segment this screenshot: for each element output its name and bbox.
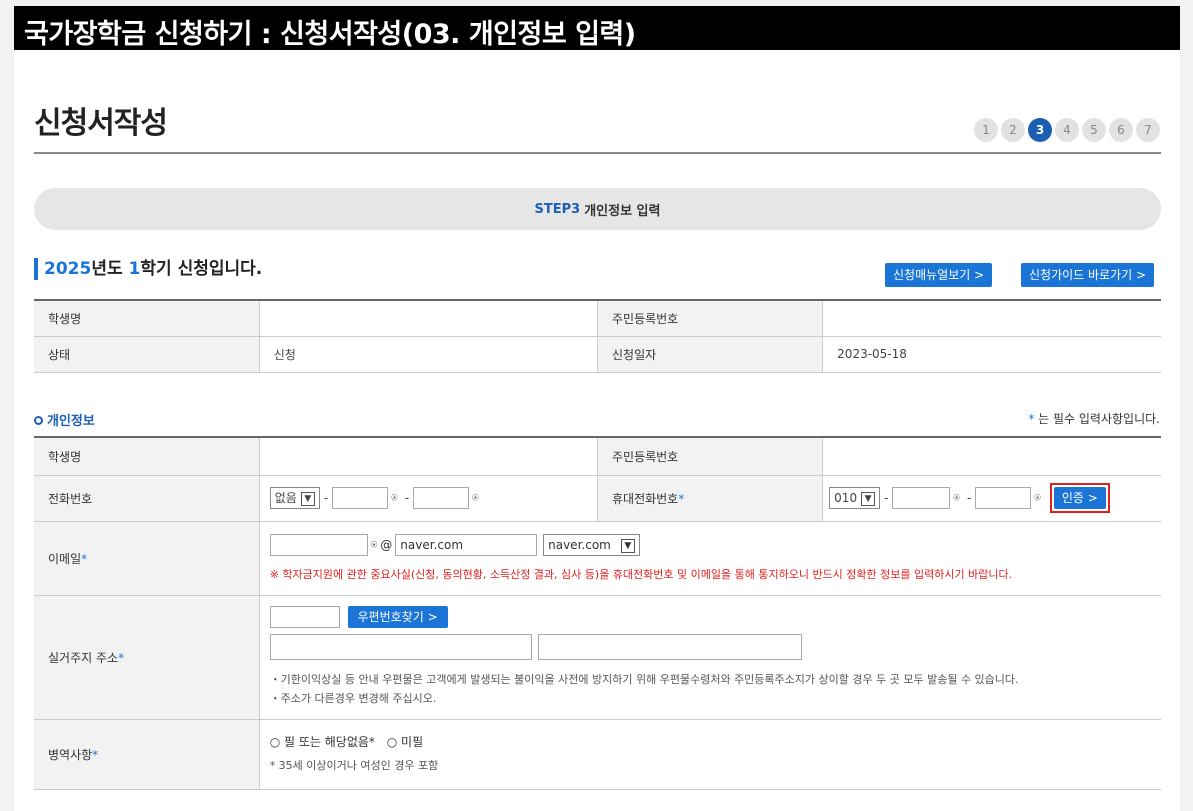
required-note: * 는 필수 입력사항입니다. (1028, 412, 1160, 426)
phone-cell: 없음 ▼ - ⍟ - ⍟ (259, 475, 598, 522)
mobile-prefix-select[interactable]: 010 ▼ (829, 487, 881, 509)
phone-middle-input[interactable] (332, 487, 389, 509)
chevron-down-icon: ▼ (300, 491, 315, 506)
page-title: 국가장학금 신청하기 : 신청서작성(03. 개인정보 입력) (14, 6, 1180, 50)
military-cell: ○ 필 또는 해당없음* ○ 미필 * 35세 이상이거나 여성인 경우 포함 (259, 719, 1161, 790)
resident-value (822, 437, 1161, 476)
email-label: 이메일* (34, 521, 260, 596)
phone-area-select[interactable]: 없음 ▼ (269, 487, 320, 509)
summary-name-label: 학생명 (34, 300, 260, 337)
semester-title: 2025년도 1학기 신청입니다. (34, 258, 262, 280)
semester-term: 1 (128, 259, 141, 279)
keyboard-security-icon[interactable]: ⍟ (472, 491, 479, 504)
postcode-input[interactable] (269, 606, 340, 628)
guide-button[interactable]: 신청가이드 바로가기 > (1021, 263, 1155, 287)
keyboard-security-icon[interactable]: ⍟ (371, 538, 378, 551)
step-6: 6 (1109, 118, 1133, 142)
step-1: 1 (974, 118, 998, 142)
step-2: 2 (1001, 118, 1025, 142)
summary-resident-label: 주민등록번호 (597, 300, 824, 337)
semester-mid1: 년도 (91, 259, 129, 279)
chevron-down-icon: ▼ (620, 538, 635, 553)
address-label: 실거주지 주소* (34, 595, 260, 720)
address-detail-input[interactable] (537, 634, 802, 660)
phone-label: 전화번호 (34, 475, 260, 522)
keyboard-security-icon[interactable]: ⍟ (953, 491, 960, 504)
step-bar: STEP3 개인정보 입력 (34, 188, 1161, 230)
step-7: 7 (1136, 118, 1160, 142)
military-label: 병역사항* (34, 719, 260, 790)
military-note: * 35세 이상이거나 여성인 경우 포함 (269, 759, 439, 772)
semester-mid2: 학기 신청입니다. (140, 259, 263, 279)
resident-label: 주민등록번호 (597, 437, 824, 476)
summary-name-value (259, 300, 598, 337)
verify-highlight: 인증 > (1049, 483, 1110, 513)
keyboard-security-icon[interactable]: ⍟ (391, 491, 398, 504)
summary-date-label: 신청일자 (597, 336, 824, 373)
summary-resident-value (822, 300, 1161, 337)
email-id-input[interactable] (269, 534, 368, 556)
circle-icon (34, 416, 43, 425)
mobile-label: 휴대전화번호* (597, 475, 824, 522)
page: 국가장학금 신청하기 : 신청서작성(03. 개인정보 입력) 신청서작성 12… (14, 6, 1180, 811)
address-cell: 우편번호찾기 > ・기한이익상실 등 안내 우편물은 고객에게 발생되는 불이익… (259, 595, 1161, 720)
email-cell: ⍟ @ naver.com naver.com ▼ ※ 학자금지원에 관한 중요사실(… (259, 521, 1161, 596)
summary-date-value: 2023-05-18 (822, 336, 1161, 373)
step-label: STEP3 (534, 201, 581, 217)
address-note-1: ・기한이익상실 등 안내 우편물은 고객에게 발생되는 불이익을 사전에 방지하… (269, 673, 1019, 686)
summary-table: 학생명 주민등록번호 상태 신청 신청일자 2023-05-18 (34, 299, 1161, 373)
summary-status-value: 신청 (259, 336, 598, 373)
step-text: 개인정보 입력 (584, 203, 661, 219)
mobile-last-input[interactable] (975, 487, 1032, 509)
step-5: 5 (1082, 118, 1106, 142)
email-domain-select[interactable]: naver.com ▼ (543, 534, 640, 556)
mobile-cell: 010 ▼ - ⍟ - ⍟ 인증 > (822, 475, 1161, 522)
semester-year: 2025 (44, 259, 92, 279)
chevron-down-icon: ▼ (861, 491, 876, 506)
military-radio-not-served[interactable]: ○ 미필 (387, 735, 423, 749)
name-value (259, 437, 598, 476)
step-indicator: 1234567 (974, 118, 1160, 142)
verify-button[interactable]: 인증 > (1053, 487, 1106, 509)
name-label: 학생명 (34, 437, 260, 476)
heading: 신청서작성 (34, 106, 168, 141)
postcode-search-button[interactable]: 우편번호찾기 > (347, 606, 448, 628)
step-3: 3 (1028, 118, 1052, 142)
keyboard-security-icon[interactable]: ⍟ (1034, 491, 1041, 504)
phone-last-input[interactable] (413, 487, 470, 509)
step-4: 4 (1055, 118, 1079, 142)
email-warning: ※ 학자금지원에 관한 중요사실(신청, 동의현황, 소득산정 결과, 심사 등… (269, 568, 1013, 581)
mobile-middle-input[interactable] (892, 487, 951, 509)
address-note-2: ・주소가 다른경우 변경해 주십시오. (269, 692, 437, 705)
manual-button[interactable]: 신청매뉴얼보기 > (885, 263, 993, 287)
address-input[interactable] (269, 634, 532, 660)
personal-info-table: 학생명 주민등록번호 전화번호 없음 ▼ - ⍟ - ⍟ 휴대전화번호* 010 ▼ - ⍟ - ⍟… (34, 436, 1161, 790)
email-domain-input[interactable]: naver.com (395, 534, 538, 556)
section-personal-info: 개인정보 (34, 410, 95, 429)
summary-status-label: 상태 (34, 336, 260, 373)
heading-divider (34, 152, 1161, 154)
military-radio-exempt[interactable]: ○ 필 또는 해당없음* (270, 735, 375, 749)
